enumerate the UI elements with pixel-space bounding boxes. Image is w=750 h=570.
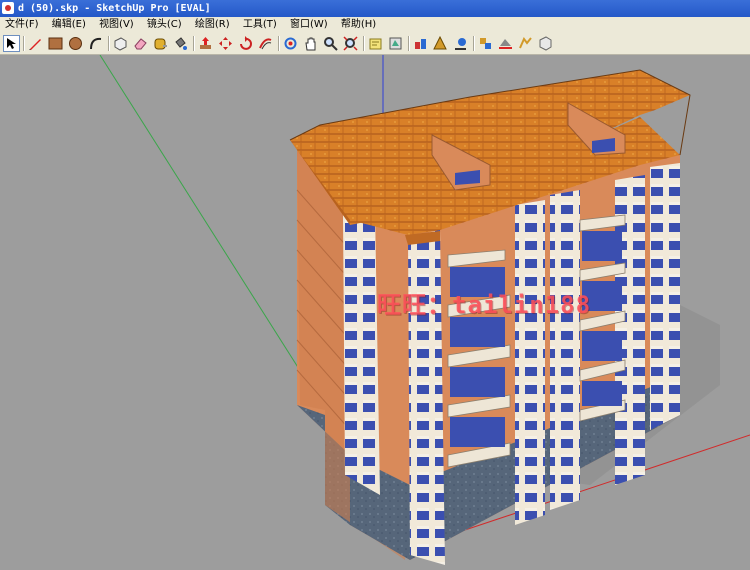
rectangle-tool-icon[interactable]	[47, 35, 64, 52]
zoom-tool-icon[interactable]	[322, 35, 339, 52]
tape-measure-icon[interactable]	[152, 35, 169, 52]
menu-file[interactable]: 文件(F)	[0, 17, 44, 33]
menu-bar: 文件(F) 编辑(E) 视图(V) 镜头(C) 绘图(R) 工具(T) 窗口(W…	[0, 17, 750, 34]
green-axis	[99, 55, 326, 411]
orbit-tool-icon[interactable]	[282, 35, 299, 52]
menu-camera[interactable]: 镜头(C)	[142, 17, 187, 33]
select-tool-icon[interactable]	[3, 35, 20, 52]
building-model	[99, 55, 750, 565]
title-bar: d (50).skp - SketchUp Pro [EVAL]	[0, 0, 750, 17]
menu-window[interactable]: 窗口(W)	[285, 17, 333, 33]
menu-tools[interactable]: 工具(T)	[238, 17, 282, 33]
circle-tool-icon[interactable]	[67, 35, 84, 52]
zoom-extents-icon[interactable]	[342, 35, 359, 52]
sun-shadow-icon[interactable]	[452, 35, 469, 52]
model-viewport[interactable]: 旺旺：tailin188	[0, 55, 750, 570]
styles-icon[interactable]	[517, 35, 534, 52]
share-model-icon[interactable]	[387, 35, 404, 52]
push-pull-icon[interactable]	[197, 35, 214, 52]
arc-tool-icon[interactable]	[87, 35, 104, 52]
paint-bucket-icon[interactable]	[172, 35, 189, 52]
menu-view[interactable]: 视图(V)	[94, 17, 139, 33]
rotate-tool-icon[interactable]	[237, 35, 254, 52]
watermark-text: 旺旺：tailin188	[377, 291, 592, 319]
make-component-icon[interactable]	[112, 35, 129, 52]
offset-tool-icon[interactable]	[257, 35, 274, 52]
main-toolbar	[0, 33, 750, 55]
window-title: d (50).skp - SketchUp Pro [EVAL]	[18, 3, 211, 14]
get-models-icon[interactable]	[367, 35, 384, 52]
pan-tool-icon[interactable]	[302, 35, 319, 52]
eraser-tool-icon[interactable]	[132, 35, 149, 52]
component-icon[interactable]	[412, 35, 429, 52]
layers-icon[interactable]	[432, 35, 449, 52]
menu-help[interactable]: 帮助(H)	[336, 17, 381, 33]
menu-edit[interactable]: 编辑(E)	[47, 17, 91, 33]
fog-icon[interactable]	[497, 35, 514, 52]
pencil-tool-icon[interactable]	[27, 35, 44, 52]
move-tool-icon[interactable]	[217, 35, 234, 52]
paste-icon[interactable]	[537, 35, 554, 52]
menu-draw[interactable]: 绘图(R)	[190, 17, 235, 33]
shadows-icon[interactable]	[477, 35, 494, 52]
sketchup-app-icon	[2, 2, 14, 14]
